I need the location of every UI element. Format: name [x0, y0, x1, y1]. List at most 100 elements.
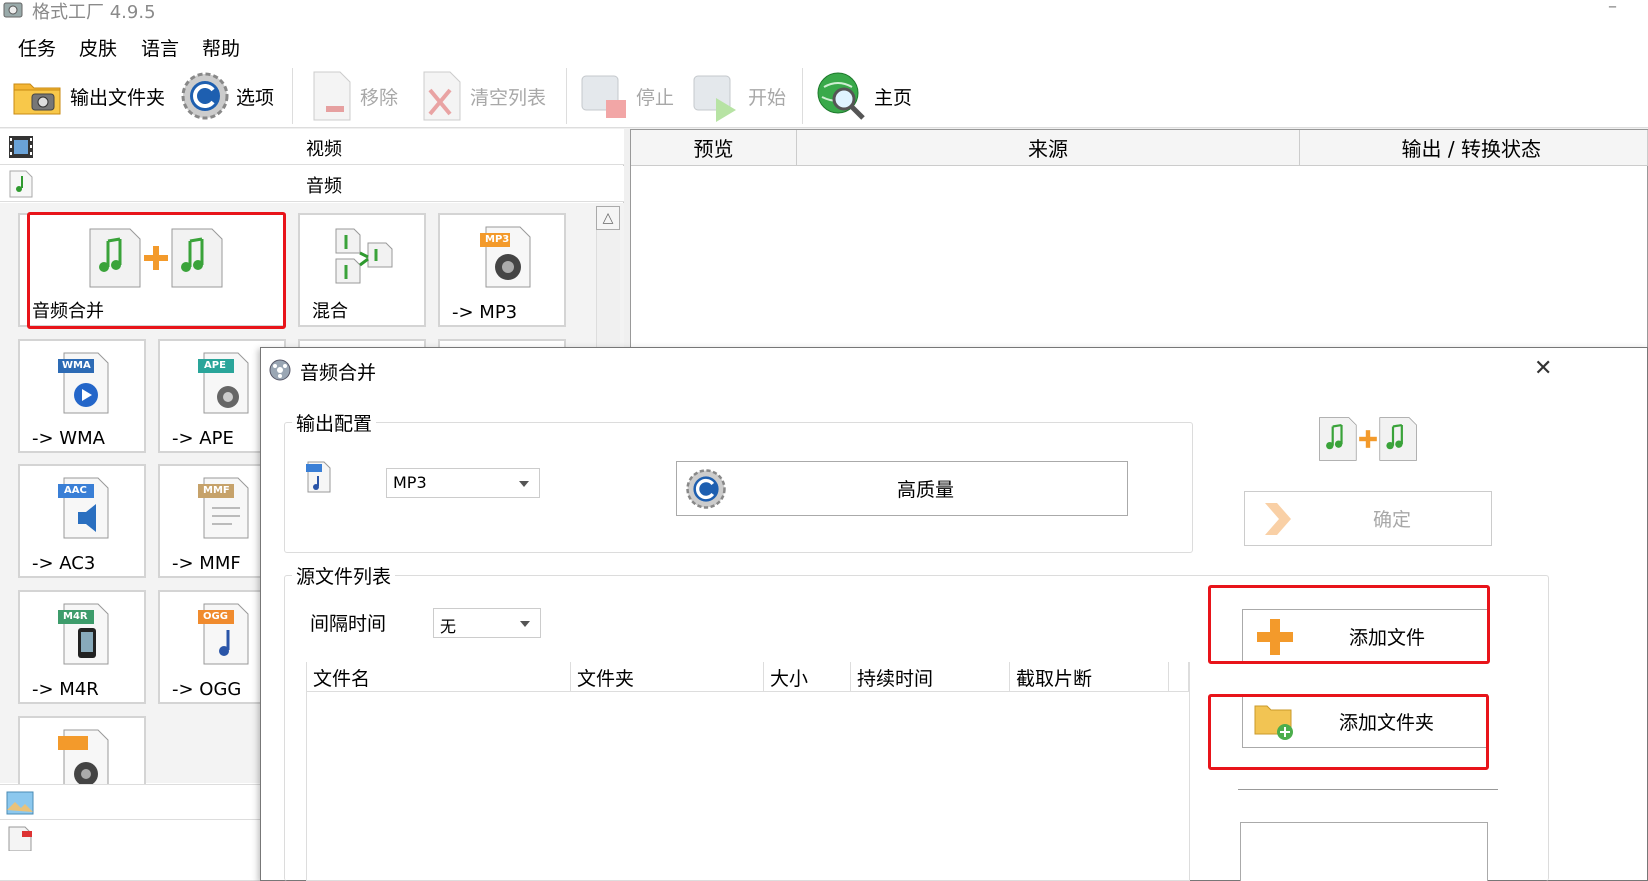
clear-list-label: 清空列表 [470, 86, 547, 109]
format-select[interactable]: MP3 [386, 468, 540, 498]
gear-icon [686, 468, 726, 509]
tile-to-ogg-label: -> OGG [172, 679, 242, 700]
output-folder-button[interactable]: 输出文件夹 [12, 66, 165, 126]
menu-help[interactable]: 帮助 [202, 34, 240, 61]
format-select-value: MP3 [393, 473, 427, 492]
wma-badge: WMA [62, 360, 91, 371]
highlight-box [1208, 585, 1490, 664]
mp3-file-icon [306, 461, 331, 493]
start-label: 开始 [748, 86, 787, 109]
clear-list-button[interactable]: 清空列表 [420, 66, 546, 126]
tile-mix-label: 混合 [312, 301, 348, 322]
options-button[interactable]: 选项 [180, 66, 274, 126]
title-bar [0, 0, 1648, 26]
divider [1238, 789, 1498, 790]
column-source[interactable]: 来源 [797, 130, 1300, 166]
stop-button[interactable]: 停止 [578, 66, 674, 126]
tile-to-m4r-label: -> M4R [32, 679, 99, 700]
column-output-status[interactable]: 输出 / 转换状态 [1300, 130, 1648, 166]
tile-to-ac3[interactable]: AAC -> AC3 [18, 464, 146, 578]
ok-button-label: 确定 [1373, 509, 1412, 531]
quality-button-label: 高质量 [897, 479, 955, 501]
close-button[interactable]: ✕ [1534, 356, 1552, 381]
dialog-title: 音频合并 [300, 362, 377, 384]
category-video[interactable]: 视频 [0, 129, 624, 165]
ape-badge: APE [204, 360, 226, 371]
document-icon [8, 826, 32, 851]
m4r-badge: M4R [63, 611, 88, 622]
highlight-box [27, 212, 286, 329]
scroll-up-button[interactable]: △ [596, 206, 620, 230]
toolbar-divider [292, 68, 293, 124]
aac-badge: AAC [64, 485, 87, 496]
dialog-reel-icon [269, 359, 291, 381]
tile-to-m4r[interactable]: M4R -> M4R [18, 590, 146, 704]
menu-task[interactable]: 任务 [18, 34, 56, 61]
column-preview[interactable]: 预览 [631, 130, 797, 166]
remove-label: 移除 [360, 86, 399, 109]
file-col-filler [1169, 662, 1189, 692]
menu-skin[interactable]: 皮肤 [79, 34, 117, 61]
ok-button[interactable]: 确定 [1244, 491, 1492, 546]
source-list-title: 源文件列表 [292, 562, 396, 589]
category-audio-label: 音频 [306, 176, 342, 197]
extra-button-partial[interactable] [1240, 822, 1488, 881]
gear-icon [181, 72, 229, 120]
quality-button[interactable]: 高质量 [676, 461, 1128, 516]
tile-to-mmf-label: -> MMF [172, 553, 241, 574]
stop-icon [581, 75, 626, 118]
tile-partial-mp3[interactable] [18, 716, 146, 786]
highlight-box [1208, 694, 1489, 770]
options-label: 选项 [236, 86, 275, 109]
file-col-name[interactable]: 文件名 [307, 662, 571, 692]
toolbar-divider [802, 68, 803, 124]
interval-select[interactable]: 无 [433, 608, 541, 638]
tile-to-mp3-label: -> MP3 [452, 302, 518, 323]
music-note-icon [9, 170, 33, 198]
picture-icon [6, 791, 34, 815]
file-col-folder[interactable]: 文件夹 [571, 662, 764, 692]
category-audio[interactable]: 音频 [0, 166, 624, 202]
globe-search-icon [817, 72, 865, 120]
film-icon [9, 136, 33, 158]
file-col-clip[interactable]: 截取片断 [1010, 662, 1169, 692]
remove-document-icon [313, 71, 351, 121]
interval-select-value: 无 [440, 617, 457, 636]
clear-list-icon [423, 71, 461, 121]
mp3-badge: MP3 [485, 234, 510, 245]
audio-merge-icon [1319, 417, 1417, 461]
interval-label: 间隔时间 [310, 613, 387, 635]
chevron-down-icon [520, 621, 530, 627]
file-list-table[interactable] [306, 662, 1190, 881]
output-folder-label: 输出文件夹 [70, 86, 166, 109]
mmf-badge: MMF [203, 485, 230, 496]
tile-to-wma-label: -> WMA [32, 428, 105, 449]
chevron-down-icon [519, 481, 529, 487]
home-button[interactable]: 主页 [814, 66, 912, 126]
output-config-title: 输出配置 [292, 409, 377, 436]
menu-language[interactable]: 语言 [141, 34, 179, 61]
folder-camera-icon [13, 83, 61, 115]
tile-to-ac3-label: -> AC3 [32, 553, 96, 574]
stop-label: 停止 [636, 86, 675, 109]
start-icon [693, 75, 736, 122]
mp3-speaker-icon [58, 729, 109, 786]
app-logo-icon [3, 2, 23, 18]
tile-to-ape-label: -> APE [172, 428, 234, 449]
tile-mix[interactable]: 混合 [298, 213, 426, 327]
menu-bar [0, 26, 1648, 64]
toolbar-divider [566, 68, 567, 124]
home-label: 主页 [874, 86, 913, 109]
file-col-duration[interactable]: 持续时间 [851, 662, 1010, 692]
start-button[interactable]: 开始 [690, 66, 786, 126]
file-col-size[interactable]: 大小 [764, 662, 851, 692]
category-video-label: 视频 [306, 139, 342, 160]
tile-to-mp3[interactable]: MP3 -> MP3 [438, 213, 566, 327]
ogg-badge: OGG [203, 611, 228, 622]
remove-button[interactable]: 移除 [310, 66, 398, 126]
tile-to-wma[interactable]: WMA -> WMA [18, 339, 146, 453]
arrow-right-icon [1265, 502, 1291, 535]
minimize-button[interactable]: – [1608, 0, 1617, 17]
app-title: 格式工厂 4.9.5 [32, 2, 156, 23]
audio-mix-icon [335, 228, 393, 284]
